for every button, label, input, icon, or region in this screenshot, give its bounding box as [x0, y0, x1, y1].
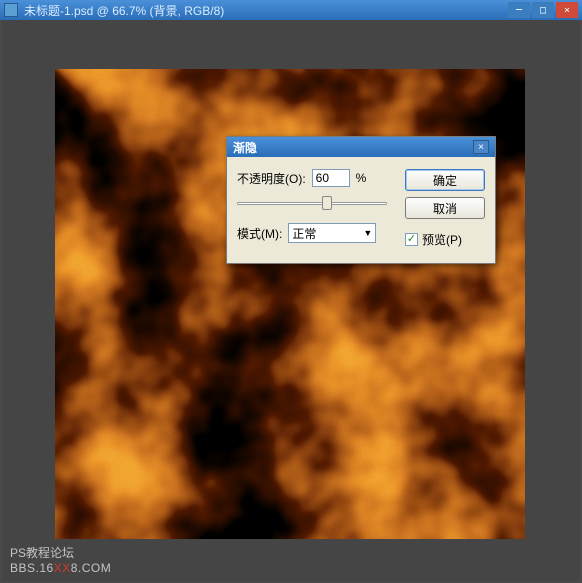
- fade-dialog: 渐隐 × 不透明度(O): % 模式(M): 正常 ▼: [226, 136, 496, 264]
- watermark-line2: BBS.16XX8.COM: [10, 561, 111, 577]
- app-icon: [4, 3, 18, 17]
- opacity-slider[interactable]: [237, 195, 387, 213]
- opacity-input[interactable]: [312, 169, 350, 187]
- mode-value: 正常: [292, 225, 316, 242]
- preview-label: 预览(P): [422, 231, 462, 248]
- workspace: 渐隐 × 不透明度(O): % 模式(M): 正常 ▼: [2, 20, 580, 581]
- chevron-down-icon: ▼: [363, 228, 372, 238]
- dialog-title: 渐隐: [233, 139, 257, 156]
- opacity-label: 不透明度(O):: [237, 170, 306, 187]
- slider-thumb[interactable]: [322, 196, 332, 210]
- cancel-button[interactable]: 取消: [405, 197, 485, 219]
- dialog-close-button[interactable]: ×: [473, 140, 489, 154]
- mode-label: 模式(M):: [237, 225, 282, 242]
- window-title: 未标题-1.psd @ 66.7% (背景, RGB/8): [24, 2, 508, 19]
- opacity-row: 不透明度(O): %: [237, 169, 395, 187]
- minimize-button[interactable]: ─: [508, 2, 530, 18]
- window-controls: ─ □ ×: [508, 2, 578, 18]
- watermark-line1: PS教程论坛: [10, 546, 111, 562]
- mode-row: 模式(M): 正常 ▼: [237, 223, 395, 243]
- window-titlebar: 未标题-1.psd @ 66.7% (背景, RGB/8) ─ □ ×: [0, 0, 582, 20]
- ok-button[interactable]: 确定: [405, 169, 485, 191]
- mode-select[interactable]: 正常 ▼: [288, 223, 376, 243]
- dialog-buttons: 确定 取消 ✓ 预览(P): [405, 169, 485, 251]
- opacity-unit: %: [356, 171, 367, 185]
- dialog-controls: 不透明度(O): % 模式(M): 正常 ▼: [237, 169, 395, 251]
- dialog-titlebar[interactable]: 渐隐 ×: [227, 137, 495, 157]
- preview-row: ✓ 预览(P): [405, 231, 485, 248]
- slider-track: [237, 202, 387, 205]
- maximize-button[interactable]: □: [532, 2, 554, 18]
- close-button[interactable]: ×: [556, 2, 578, 18]
- dialog-body: 不透明度(O): % 模式(M): 正常 ▼ 确定: [227, 157, 495, 263]
- watermark: PS教程论坛 BBS.16XX8.COM: [10, 546, 111, 577]
- preview-checkbox[interactable]: ✓: [405, 233, 418, 246]
